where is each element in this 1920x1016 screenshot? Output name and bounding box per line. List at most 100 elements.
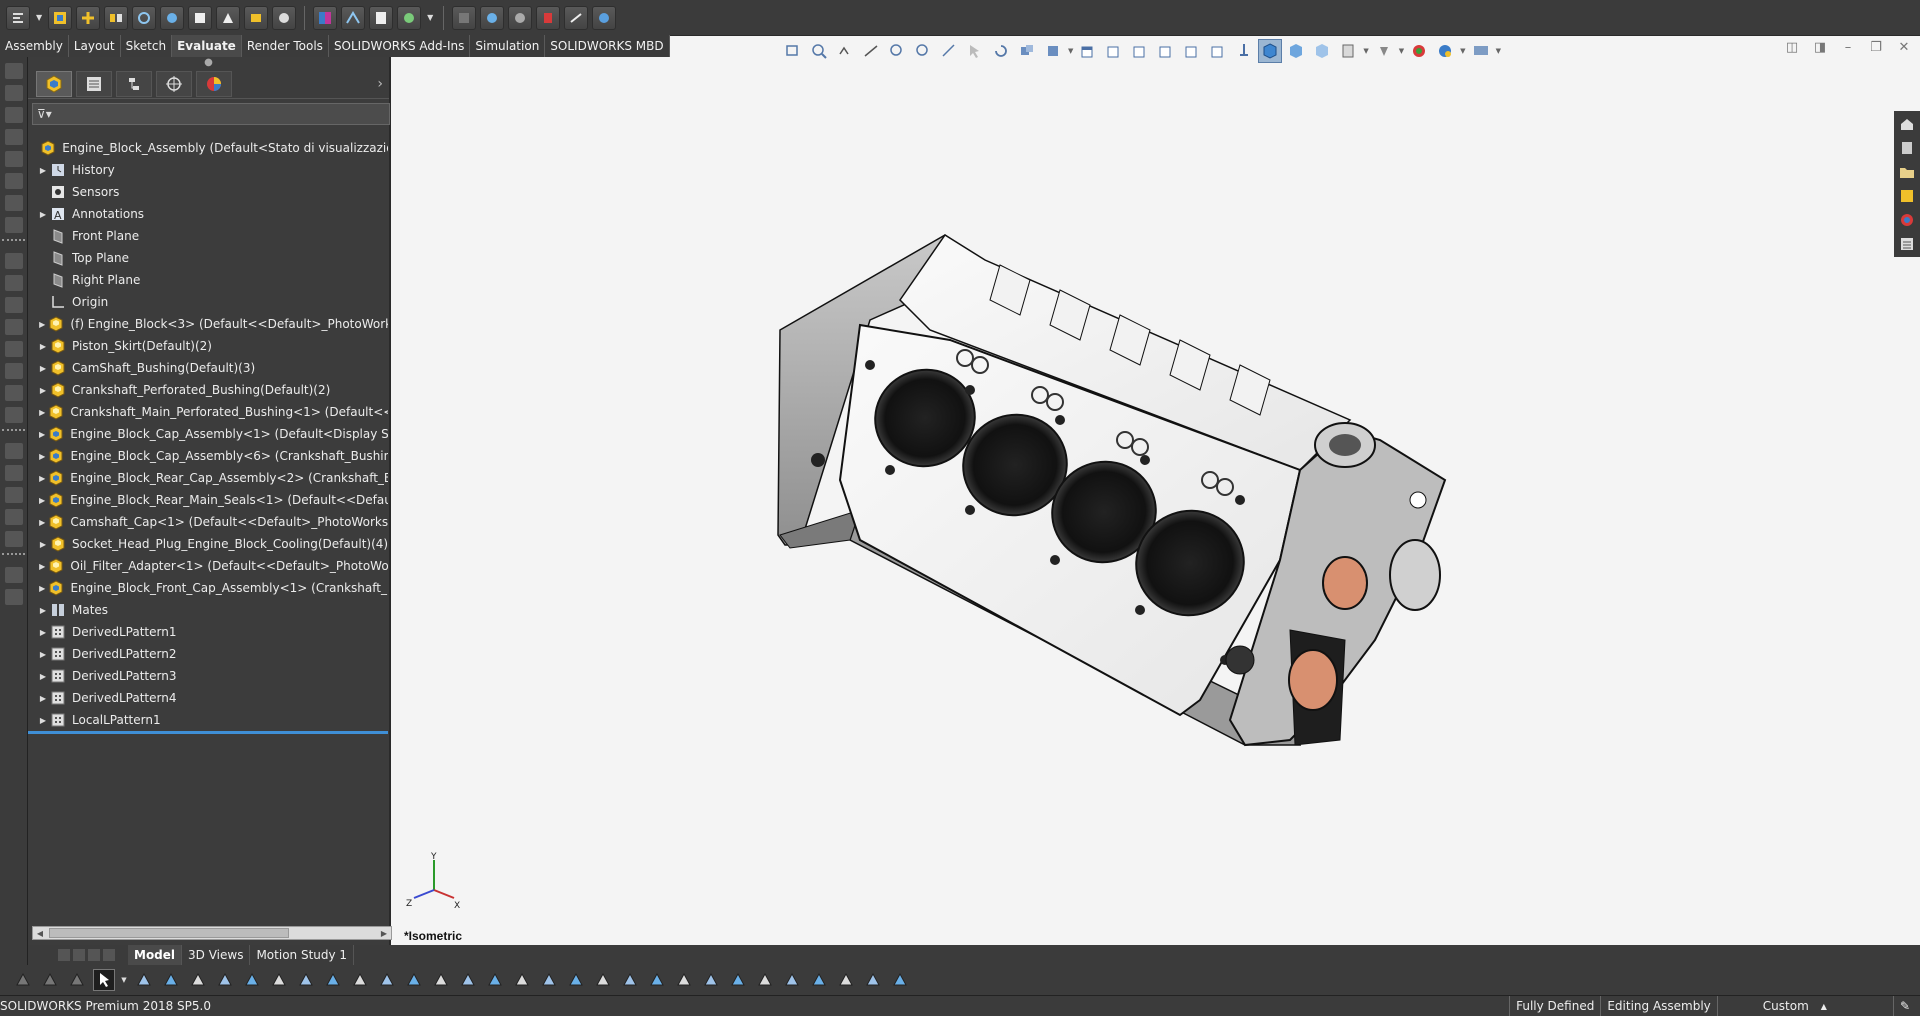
tree-item[interactable]: ▶ Oil_Filter_Adapter<1> (Default<<Default…: [28, 555, 388, 577]
filter-notes-icon[interactable]: [592, 969, 614, 991]
tree-item[interactable]: ▶ Engine_Block_Cap_Assembly<6> (Crankshaf…: [28, 445, 388, 467]
expand-arrow-icon[interactable]: ▶: [36, 430, 48, 439]
expand-arrow-icon[interactable]: ▶: [36, 496, 48, 505]
feature-tool-icon[interactable]: [5, 341, 23, 357]
expand-arrow-icon[interactable]: ▶: [36, 716, 50, 725]
tree-item[interactable]: ▶ DerivedLPattern2: [28, 643, 388, 665]
tree-item[interactable]: ▶ Engine_Block_Cap_Assembly<1> (Default<D…: [28, 423, 388, 445]
tree-item[interactable]: ▶ DerivedLPattern1: [28, 621, 388, 643]
tab-motion-study-1[interactable]: Motion Study 1: [250, 945, 355, 965]
tree-item[interactable]: ▶ Mates: [28, 599, 388, 621]
feature-tool-icon[interactable]: [5, 253, 23, 269]
restore-icon[interactable]: ❐: [1868, 40, 1884, 55]
minimize-icon[interactable]: –: [1840, 40, 1856, 55]
expand-arrow-icon[interactable]: ▶: [36, 584, 48, 593]
sensor-toolbar-icon[interactable]: [592, 5, 617, 30]
expand-arrow-icon[interactable]: ▶: [36, 408, 48, 417]
tree-item[interactable]: Origin: [28, 291, 388, 313]
expand-arrow-icon[interactable]: ▶: [36, 166, 50, 175]
rebuild-status-icon[interactable]: ✎: [1892, 995, 1916, 1016]
scene-dropdown-icon[interactable]: ▼: [1460, 47, 1465, 55]
units-dropdown-icon[interactable]: ▲: [1815, 996, 1833, 1016]
expand-arrow-icon[interactable]: ▶: [36, 452, 48, 461]
toggle-selection-filter-icon[interactable]: [66, 969, 88, 991]
filter-toolbar-icon[interactable]: [39, 969, 61, 991]
view-orientation-dropdown-icon[interactable]: ▼: [1068, 47, 1073, 55]
expand-arrow-icon[interactable]: ▶: [36, 606, 50, 615]
panel-grip[interactable]: ●: [28, 57, 389, 69]
filter-sketch-text-icon[interactable]: [484, 969, 506, 991]
design-library-icon[interactable]: [1896, 137, 1918, 159]
feature-tool-icon[interactable]: [5, 385, 23, 401]
filter-meshes-icon[interactable]: [889, 969, 911, 991]
move-component-icon[interactable]: [160, 5, 185, 30]
graphics-area[interactable]: [393, 57, 1893, 945]
expand-arrow-icon[interactable]: ▶: [36, 474, 48, 483]
next-tab-icon[interactable]: [88, 949, 100, 961]
options-icon[interactable]: [6, 5, 30, 30]
other-tool-icon[interactable]: [5, 567, 23, 583]
tree-item[interactable]: ▶ (f) Engine_Block<3> (Default<<Default>_…: [28, 313, 388, 335]
filter-routing-points-icon[interactable]: [781, 969, 803, 991]
display-style-dropdown-icon[interactable]: ▼: [1363, 47, 1368, 55]
other-tool-icon[interactable]: [5, 589, 23, 605]
tree-item[interactable]: ▶ History: [28, 159, 388, 181]
tab-solidworks-mbd[interactable]: SOLIDWORKS MBD: [545, 35, 670, 57]
expand-arrow-icon[interactable]: ▶: [36, 540, 50, 549]
tree-item[interactable]: Sensors: [28, 181, 388, 203]
tree-item[interactable]: ▶ Crankshaft_Main_Perforated_Bushing<1> (…: [28, 401, 388, 423]
expand-arrow-icon[interactable]: ▶: [36, 694, 50, 703]
evaluate-tool-icon[interactable]: [5, 531, 23, 547]
expand-arrow-icon[interactable]: ▶: [36, 342, 50, 351]
feature-tool-icon[interactable]: [5, 407, 23, 423]
select-arrow-icon[interactable]: [93, 969, 115, 991]
show-hidden-icon[interactable]: [188, 5, 213, 30]
tab-model[interactable]: Model: [128, 945, 183, 965]
expand-arrow-icon[interactable]: ▶: [36, 210, 50, 219]
tree-item[interactable]: ▶ DerivedLPattern4: [28, 687, 388, 709]
new-motion-study-icon[interactable]: [272, 5, 297, 30]
tree-horizontal-scrollbar[interactable]: ◀ ▶: [32, 926, 392, 940]
sketch-tool-icon[interactable]: [5, 63, 23, 79]
filter-midpoints-icon[interactable]: [403, 969, 425, 991]
tab-assembly[interactable]: Assembly: [0, 35, 69, 57]
tree-item[interactable]: ▶ LocalLPattern1: [28, 709, 388, 731]
home-icon[interactable]: [1896, 113, 1918, 135]
filter-sketch-points-icon[interactable]: [457, 969, 479, 991]
tab-solidworks-add-ins[interactable]: SOLIDWORKS Add-Ins: [329, 35, 471, 57]
filter-icon[interactable]: ⊽▾: [37, 107, 52, 121]
feature-tool-icon[interactable]: [5, 275, 23, 291]
filter-connection-points-icon[interactable]: [754, 969, 776, 991]
sketch-tool-icon[interactable]: [5, 85, 23, 101]
smart-dimension-icon[interactable]: [5, 107, 23, 123]
sketch-tool-icon[interactable]: [5, 195, 23, 211]
hide-toolbar-icon[interactable]: [12, 969, 34, 991]
tree-item[interactable]: ▶ Engine_Block_Rear_Cap_Assembly<2> (Cran…: [28, 467, 388, 489]
bom-icon[interactable]: [369, 5, 394, 30]
tab-3d-views[interactable]: 3D Views: [182, 945, 251, 965]
insert-components-icon[interactable]: [48, 5, 73, 30]
appearances-scenes-icon[interactable]: [1896, 209, 1918, 231]
first-tab-icon[interactable]: [58, 949, 70, 961]
tree-filter[interactable]: ⊽▾: [32, 103, 390, 125]
filter-blocks-icon[interactable]: [700, 969, 722, 991]
tree-root-assembly[interactable]: Engine_Block_Assembly (Default<Stato di …: [28, 137, 388, 159]
tree-item[interactable]: Right Plane: [28, 269, 388, 291]
tab-layout[interactable]: Layout: [69, 35, 121, 57]
tab-render-tools[interactable]: Render Tools: [242, 35, 329, 57]
last-tab-icon[interactable]: [103, 949, 115, 961]
expand-arrow-icon[interactable]: ▶: [36, 650, 50, 659]
expand-arrow-icon[interactable]: ▶: [36, 518, 48, 527]
propertymanager-tab-icon[interactable]: [76, 70, 112, 97]
previous-tab-icon[interactable]: [73, 949, 85, 961]
exploded-view-dropdown-icon[interactable]: ▼: [427, 13, 433, 22]
evaluate-tool-icon[interactable]: [5, 465, 23, 481]
filter-surface-finish-icon[interactable]: [538, 969, 560, 991]
units-selector[interactable]: Custom: [1716, 995, 1815, 1016]
filter-sketch-icon[interactable]: [349, 969, 371, 991]
exploded-view-icon[interactable]: [397, 5, 422, 30]
filter-dowel-pins-icon[interactable]: [727, 969, 749, 991]
expand-arrow-icon[interactable]: ▶: [36, 628, 50, 637]
filter-geometric-tolerance-icon[interactable]: [565, 969, 587, 991]
filter-surface-bodies-icon[interactable]: [241, 969, 263, 991]
